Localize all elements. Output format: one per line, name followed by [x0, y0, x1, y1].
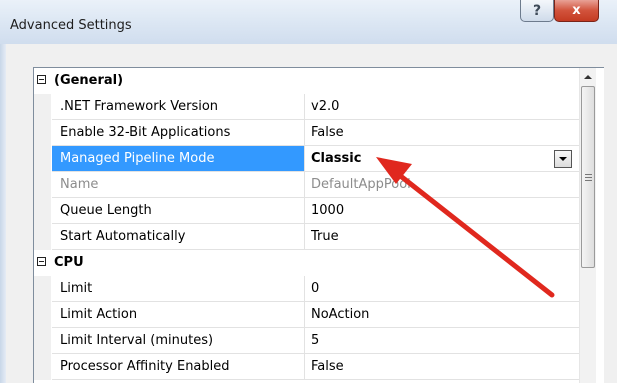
property-value[interactable]: True: [305, 224, 580, 250]
title-bar: Advanced Settings ? x: [0, 0, 617, 44]
collapse-icon[interactable]: [37, 257, 46, 266]
property-name: Managed Pipeline Mode: [52, 146, 305, 172]
property-value: DefaultAppPool: [305, 172, 580, 198]
row-gutter: [34, 354, 51, 380]
row-gutter: [34, 328, 51, 354]
category-general[interactable]: (General): [34, 68, 580, 94]
property-name: Start Automatically: [52, 224, 305, 250]
dialog-right-edge: [604, 67, 617, 383]
category-cpu[interactable]: CPU: [34, 250, 580, 276]
window-title: Advanced Settings: [10, 18, 132, 33]
property-row-limit[interactable]: Limit 0: [34, 276, 580, 302]
help-button[interactable]: ?: [520, 0, 554, 22]
scroll-thumb[interactable]: [581, 86, 595, 268]
close-icon: x: [572, 3, 581, 18]
property-row-managed-pipeline-mode[interactable]: Managed Pipeline Mode Classic: [34, 146, 580, 172]
property-row-start-automatically[interactable]: Start Automatically True: [34, 224, 580, 250]
property-grid: (General) .NET Framework Version v2.0 En…: [33, 67, 604, 383]
category-label: (General): [54, 73, 124, 88]
property-value[interactable]: NoAction: [305, 302, 580, 328]
arrow-up-icon: [584, 74, 592, 79]
row-gutter: [34, 120, 51, 146]
vertical-scrollbar[interactable]: [579, 68, 596, 383]
property-row-queue-length[interactable]: Queue Length 1000: [34, 198, 580, 224]
property-value[interactable]: False: [305, 354, 580, 380]
row-gutter: [34, 94, 51, 120]
property-value[interactable]: 1000: [305, 198, 580, 224]
row-gutter: [34, 198, 51, 224]
property-row-limit-interval[interactable]: Limit Interval (minutes) 5: [34, 328, 580, 354]
property-row-enable-32bit[interactable]: Enable 32-Bit Applications False: [34, 120, 580, 146]
property-row-framework-version[interactable]: .NET Framework Version v2.0: [34, 94, 580, 120]
property-value[interactable]: v2.0: [305, 94, 580, 120]
close-button[interactable]: x: [554, 0, 599, 22]
property-row-name: Name DefaultAppPool: [34, 172, 580, 198]
property-row-processor-affinity[interactable]: Processor Affinity Enabled False: [34, 354, 580, 380]
property-name: Limit: [52, 276, 305, 302]
property-name: Queue Length: [52, 198, 305, 224]
chevron-down-icon: [559, 157, 567, 161]
help-icon: ?: [532, 2, 542, 19]
property-name: Limit Action: [52, 302, 305, 328]
row-gutter: [34, 276, 51, 302]
row-gutter: [34, 146, 51, 172]
grip-icon: [584, 173, 592, 181]
row-gutter: [34, 302, 51, 328]
property-value[interactable]: 5: [305, 328, 580, 354]
property-value[interactable]: 0: [305, 276, 580, 302]
property-name: Enable 32-Bit Applications: [52, 120, 305, 146]
property-name: Name: [52, 172, 305, 198]
property-value[interactable]: False: [305, 120, 580, 146]
row-gutter: [34, 172, 51, 198]
scroll-up-button[interactable]: [580, 68, 596, 85]
property-name: Processor Affinity Enabled: [52, 354, 305, 380]
dropdown-button[interactable]: [554, 150, 572, 168]
property-name: .NET Framework Version: [52, 94, 305, 120]
window-left-edge: [0, 44, 6, 383]
property-name: Limit Interval (minutes): [52, 328, 305, 354]
collapse-icon[interactable]: [37, 75, 46, 84]
row-gutter: [34, 224, 51, 250]
pipeline-mode-select[interactable]: Classic: [305, 146, 580, 172]
property-row-limit-action[interactable]: Limit Action NoAction: [34, 302, 580, 328]
category-label: CPU: [54, 255, 84, 270]
